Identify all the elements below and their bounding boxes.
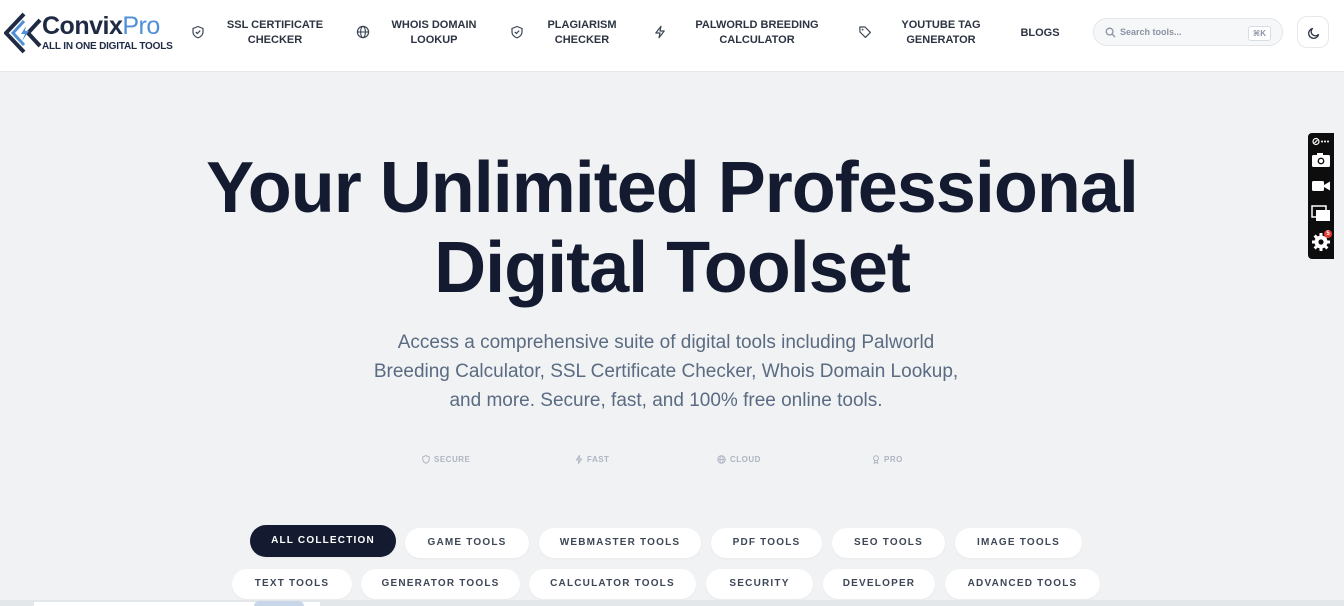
theme-toggle-button[interactable] (1297, 16, 1329, 48)
category-generator-tools[interactable]: GENERATOR TOOLS (361, 569, 520, 599)
category-seo-tools[interactable]: SEO TOOLS (832, 528, 945, 558)
brand-name: ConvixPro (42, 12, 160, 40)
tool-card-image-edge (254, 601, 304, 606)
brand-tagline: ALL IN ONE DIGITAL TOOLS (42, 41, 173, 52)
feature-fast: FAST (575, 455, 609, 464)
lightning-icon (655, 25, 665, 39)
feature-label: FAST (587, 455, 610, 464)
search-shortcut-badge: ⌘K (1247, 26, 1271, 41)
category-webmaster-tools[interactable]: WEBMASTER TOOLS (539, 528, 701, 558)
brand-logo[interactable]: ConvixPro ALL IN ONE DIGITAL TOOLS (4, 12, 173, 56)
category-security[interactable]: SECURITY (706, 569, 813, 599)
link-more-icon[interactable] (1312, 137, 1330, 146)
nav-plagiarism-checker[interactable]: PLAGIARISM CHECKER (547, 18, 616, 48)
globe-icon (717, 455, 726, 464)
nav-youtube-tag-generator[interactable]: YOUTUBE TAG GENERATOR (901, 18, 980, 48)
search-icon (1105, 27, 1116, 38)
moon-icon (1308, 27, 1320, 39)
feature-label: CLOUD (730, 455, 761, 464)
category-developer[interactable]: DEVELOPER (823, 569, 935, 599)
category-all-collection[interactable]: ALL COLLECTION (250, 525, 396, 557)
hero-title-line-2: Digital Toolset (434, 228, 911, 308)
nav-ssl-certificate-checker[interactable]: SSL CERTIFICATE CHECKER (227, 18, 323, 48)
category-pdf-tools[interactable]: PDF TOOLS (711, 528, 822, 558)
category-calculator-tools[interactable]: CALCULATOR TOOLS (529, 569, 696, 599)
logo-mark-icon (4, 12, 42, 54)
category-game-tools[interactable]: GAME TOOLS (405, 528, 529, 558)
hero-title: Your Unlimited Professional Digital Tool… (172, 148, 1172, 308)
search-box[interactable]: ⌘K (1093, 18, 1283, 46)
award-icon (873, 455, 879, 465)
shield-check-icon (192, 25, 204, 39)
category-text-tools[interactable]: TEXT TOOLS (232, 569, 352, 599)
shield-check-icon (511, 25, 523, 39)
lightning-icon (575, 455, 583, 464)
floating-capture-toolbar: 5 (1308, 133, 1334, 259)
feature-secure: SECURE (422, 455, 470, 464)
notification-badge: 5 (1324, 230, 1332, 238)
shield-icon (422, 455, 430, 464)
windows-icon[interactable] (1311, 205, 1331, 222)
feature-pro: PRO (872, 455, 903, 465)
globe-icon (356, 25, 370, 39)
feature-label: PRO (884, 455, 903, 464)
camera-icon[interactable] (1311, 152, 1331, 168)
tag-icon (859, 26, 871, 38)
category-image-tools[interactable]: IMAGE TOOLS (955, 528, 1082, 558)
category-advanced-tools[interactable]: ADVANCED TOOLS (945, 569, 1100, 599)
hero-subtitle: Access a comprehensive suite of digital … (373, 332, 959, 411)
nav-blogs[interactable]: BLOGS (1020, 26, 1059, 41)
video-icon[interactable] (1311, 179, 1331, 193)
feature-cloud: CLOUD (717, 455, 761, 464)
nav-whois-domain-lookup[interactable]: WHOIS DOMAIN LOOKUP (392, 18, 477, 48)
feature-label: SECURE (434, 455, 471, 464)
nav-palworld-breeding-calculator[interactable]: PALWORLD BREEDING CALCULATOR (695, 18, 818, 48)
search-input[interactable] (1120, 24, 1240, 40)
hero-title-line-1: Your Unlimited Professional (206, 148, 1139, 228)
site-header: ConvixPro ALL IN ONE DIGITAL TOOLS SSL C… (0, 0, 1344, 72)
